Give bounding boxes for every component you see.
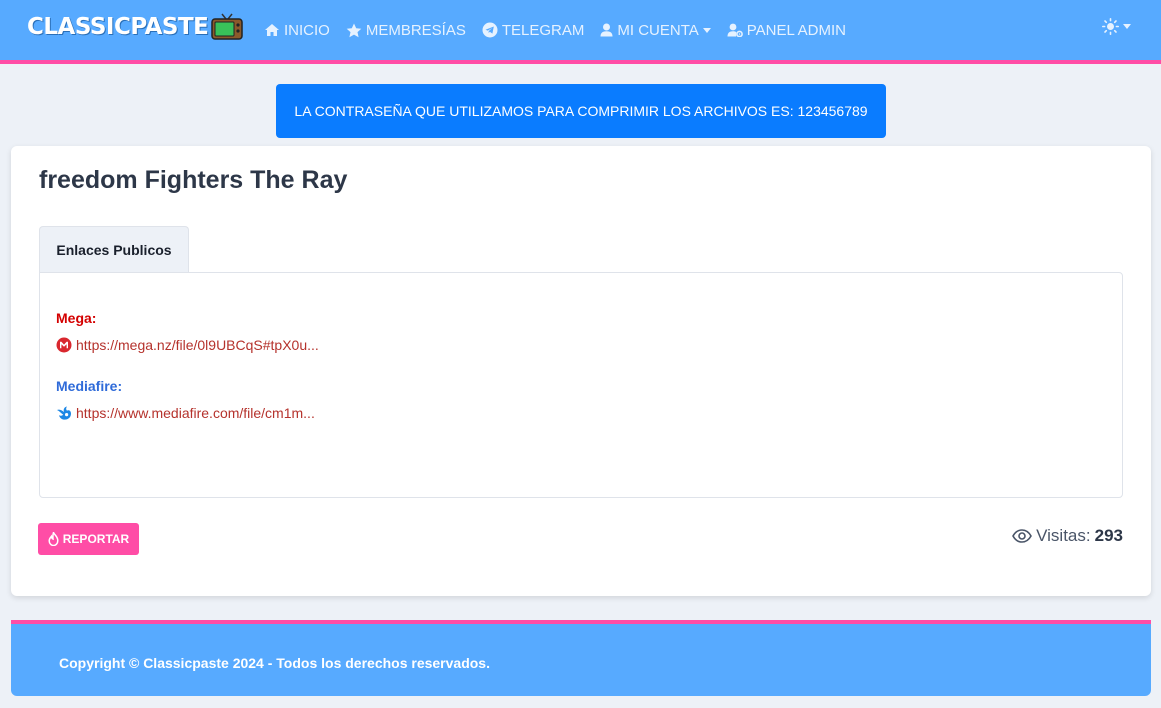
mediafire-link[interactable]: https://www.mediafire.com/file/cm1m...	[56, 405, 315, 421]
nav-item-inicio[interactable]: INICIO	[264, 22, 330, 39]
home-icon	[265, 24, 279, 36]
nav-label-telegram: TELEGRAM	[501, 21, 585, 39]
nav-label-membresias: MEMBRESÍAS	[365, 21, 466, 39]
password-alert-text: LA CONTRASEÑA QUE UTILIZAMOS PARA COMPRI…	[294, 103, 868, 119]
tab-label: Enlaces Publicos	[56, 242, 172, 258]
visits-count: 293	[1094, 526, 1123, 545]
star-icon	[346, 23, 362, 37]
fire-icon	[48, 532, 59, 546]
telegram-icon	[482, 22, 498, 38]
paste-title: freedom Fighters The Ray	[39, 166, 348, 194]
nav-label-mi-cuenta: MI CUENTA	[617, 21, 699, 39]
nav-item-panel-admin[interactable]: PANEL ADMIN	[727, 22, 846, 39]
mega-label: Mega:	[56, 310, 97, 326]
copyright-text: Copyright © Classicpaste 2024 - Todos lo…	[59, 655, 490, 671]
visits-counter: Visitas: 293	[1012, 526, 1123, 546]
report-label: REPORTAR	[62, 532, 130, 546]
theme-toggle[interactable]	[1102, 18, 1131, 35]
nav-item-telegram[interactable]: TELEGRAM	[482, 21, 585, 39]
sun-icon	[1102, 18, 1119, 35]
links-panel: Mega: https://mega.nz/file/0l9UBCqS#tpX0…	[39, 272, 1123, 498]
mega-url: https://mega.nz/file/0l9UBCqS#tpX0u...	[76, 337, 319, 353]
password-alert: LA CONTRASEÑA QUE UTILIZAMOS PARA COMPRI…	[276, 84, 886, 138]
top-navbar: CLASSICPASTE INICIO MEMBRESÍAS TELEGRAM …	[0, 0, 1161, 64]
main-nav: INICIO MEMBRESÍAS TELEGRAM MI CUENTA PAN…	[264, 0, 862, 60]
nav-item-mi-cuenta[interactable]: MI CUENTA	[600, 21, 711, 39]
eye-icon	[1012, 529, 1033, 543]
visits-label: Visitas:	[1036, 526, 1091, 545]
page-footer: Copyright © Classicpaste 2024 - Todos lo…	[11, 620, 1151, 696]
chevron-down-icon	[1123, 24, 1131, 29]
brand-name: CLASSICPASTE	[27, 14, 209, 40]
brand-logo[interactable]: CLASSICPASTE	[27, 13, 244, 41]
nav-label-panel-admin: PANEL ADMIN	[746, 21, 846, 39]
tv-icon	[211, 13, 244, 41]
paste-card: freedom Fighters The Ray Enlaces Publico…	[11, 146, 1151, 596]
mediafire-url: https://www.mediafire.com/file/cm1m...	[76, 405, 315, 421]
mega-link[interactable]: https://mega.nz/file/0l9UBCqS#tpX0u...	[56, 337, 319, 353]
tab-enlaces-publicos[interactable]: Enlaces Publicos	[39, 226, 189, 273]
nav-item-membresias[interactable]: MEMBRESÍAS	[346, 22, 466, 39]
chevron-down-icon	[702, 27, 711, 33]
user-gear-icon	[727, 23, 743, 37]
mediafire-icon	[57, 406, 71, 420]
nav-label-inicio: INICIO	[284, 21, 330, 39]
user-icon	[600, 23, 613, 37]
report-button[interactable]: REPORTAR	[38, 523, 139, 555]
mega-icon	[56, 337, 72, 353]
mediafire-label: Mediafire:	[56, 378, 123, 394]
